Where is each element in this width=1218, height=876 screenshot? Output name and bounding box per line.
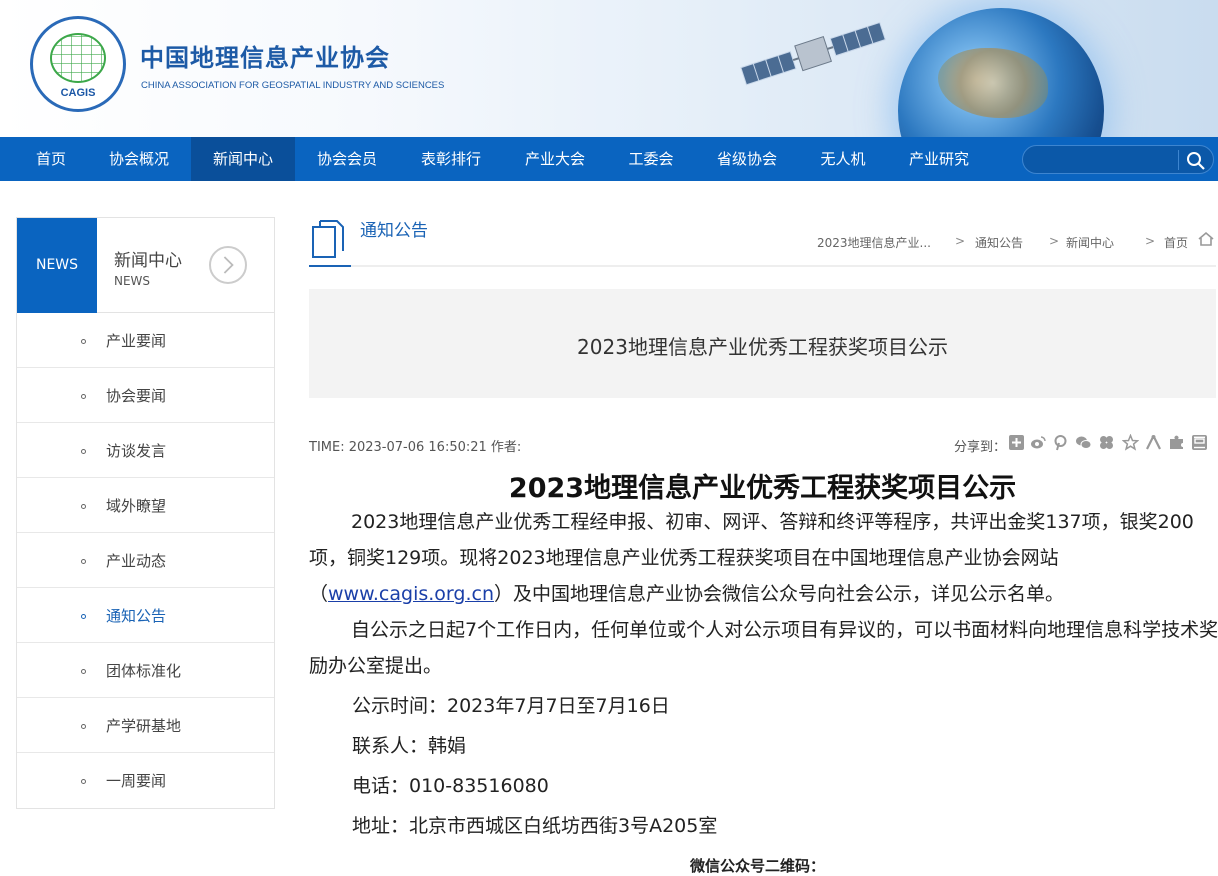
bullet-icon <box>81 614 86 619</box>
article-paragraph-2: 自公示之日起7个工作日内，任何单位或个人对公示项目有异议的，可以书面材料向地理信… <box>309 619 1218 677</box>
article-meta: TIME: 2023-07-06 16:50:21 作者: <box>309 440 522 455</box>
sidebar-item-label: 产业动态 <box>106 552 167 570</box>
sidebar-item-interviews[interactable]: 访谈发言 <box>17 423 274 478</box>
wechat-icon[interactable] <box>1075 434 1092 451</box>
nav-committees[interactable]: 工委会 <box>614 137 688 181</box>
sidebar-item-association-news[interactable]: 协会要闻 <box>17 368 274 423</box>
breadcrumb-article[interactable]: 2023地理信息产业... <box>817 234 931 251</box>
contact-person: 联系人：韩娟 <box>352 735 467 757</box>
sidebar-item-industry-trends[interactable]: 产业动态 <box>17 533 274 588</box>
site-title[interactable]: 中国地理信息产业协会 <box>140 38 390 73</box>
breadcrumb-notices[interactable]: 通知公告 <box>975 234 1023 251</box>
qr-code-label: 微信公众号二维码： <box>690 857 826 875</box>
breadcrumb-separator: > <box>1049 234 1060 248</box>
sidebar: NEWS 新闻中心 NEWS 产业要闻 协会要闻 访谈发言 域外瞭望 产业动态 … <box>16 217 275 809</box>
nav-members[interactable]: 协会会员 <box>302 137 392 181</box>
search-input[interactable] <box>1035 150 1180 170</box>
site-header: CAGIS 中国地理信息产业协会 CHINA ASSOCIATION FOR G… <box>0 0 1218 137</box>
bullet-icon <box>81 394 86 399</box>
search-icon[interactable] <box>1186 151 1206 171</box>
bullet-icon <box>81 559 86 564</box>
search-box <box>1022 145 1214 174</box>
breadcrumb-news[interactable]: 新闻中心 <box>1066 234 1114 251</box>
sidebar-item-notices[interactable]: 通知公告 <box>17 588 274 643</box>
sidebar-item-label: 一周要闻 <box>106 772 167 790</box>
bullet-icon <box>81 724 86 729</box>
sidebar-item-research-bases[interactable]: 产学研基地 <box>17 698 274 753</box>
chevron-right-icon[interactable] <box>209 246 247 284</box>
earth-image <box>898 8 1104 137</box>
sidebar-item-label: 域外瞭望 <box>106 497 167 515</box>
nav-drone[interactable]: 无人机 <box>806 137 880 181</box>
sidebar-item-overseas[interactable]: 域外瞭望 <box>17 478 274 533</box>
section-title: 通知公告 <box>360 221 428 241</box>
bullet-icon <box>81 669 86 674</box>
nav-provincial[interactable]: 省级协会 <box>702 137 792 181</box>
sidebar-item-industry-news[interactable]: 产业要闻 <box>17 313 274 368</box>
douban-icon[interactable] <box>1191 434 1208 451</box>
star-icon[interactable] <box>1122 434 1139 451</box>
home-icon[interactable] <box>1198 231 1214 247</box>
bullet-icon <box>81 449 86 454</box>
breadcrumb-separator: > <box>1145 234 1156 248</box>
banner-title: 2023地理信息产业优秀工程获奖项目公示 <box>577 335 948 359</box>
phone-number: 电话：010-83516080 <box>352 775 549 797</box>
nav-research[interactable]: 产业研究 <box>894 137 984 181</box>
bullet-icon <box>81 504 86 509</box>
article-title: 2023地理信息产业优秀工程获奖项目公示 <box>508 473 1017 504</box>
breadcrumb-separator: > <box>955 234 966 248</box>
sidebar-subtitle: NEWS <box>114 274 151 288</box>
article-banner: 2023地理信息产业优秀工程获奖项目公示 <box>309 289 1216 398</box>
sidebar-item-label: 协会要闻 <box>106 387 167 405</box>
bullet-icon <box>81 339 86 344</box>
sidebar-header: NEWS 新闻中心 NEWS <box>17 218 274 313</box>
nav-about[interactable]: 协会概况 <box>94 137 184 181</box>
nav-conference[interactable]: 产业大会 <box>510 137 600 181</box>
pinterest-icon[interactable] <box>1052 434 1069 451</box>
globe-icon <box>50 33 106 83</box>
breadcrumb-home[interactable]: 首页 <box>1164 234 1188 251</box>
weibo-icon[interactable] <box>1030 434 1047 451</box>
publicity-period: 公示时间：2023年7月7日至7月16日 <box>352 695 670 717</box>
people-icon[interactable] <box>1145 434 1162 451</box>
puzzle-icon[interactable] <box>1168 434 1185 451</box>
share-label: 分享到： <box>954 440 1007 455</box>
document-icon <box>312 220 344 258</box>
satellite-icon <box>740 21 886 86</box>
address: 地址：北京市西城区白纸坊西街3号A205室 <box>352 815 718 837</box>
sidebar-item-label: 团体标准化 <box>106 662 182 680</box>
website-link[interactable]: www.cagis.org.cn <box>328 583 494 605</box>
news-badge: NEWS <box>17 218 97 313</box>
nav-home[interactable]: 首页 <box>16 137 86 181</box>
nav-news[interactable]: 新闻中心 <box>191 137 295 181</box>
sidebar-item-label: 产业要闻 <box>106 332 167 350</box>
sidebar-item-weekly[interactable]: 一周要闻 <box>17 753 274 808</box>
sidebar-item-label: 产学研基地 <box>106 717 182 735</box>
nav-awards[interactable]: 表彰排行 <box>406 137 496 181</box>
cagis-logo[interactable]: CAGIS <box>30 16 126 112</box>
sidebar-item-label: 访谈发言 <box>106 442 167 460</box>
sidebar-title: 新闻中心 <box>114 251 182 271</box>
site-subtitle: CHINA ASSOCIATION FOR GEOSPATIAL INDUSTR… <box>141 80 445 91</box>
clover-icon[interactable] <box>1098 434 1115 451</box>
sidebar-item-standards[interactable]: 团体标准化 <box>17 643 274 698</box>
qzone-icon[interactable] <box>1008 434 1025 451</box>
logo-text: CAGIS <box>60 87 96 99</box>
bullet-icon <box>81 779 86 784</box>
sidebar-item-label: 通知公告 <box>106 607 167 625</box>
article-paragraph-1: 2023地理信息产业优秀工程经申报、初审、网评、答辩和终评等程序，共评出金奖13… <box>309 511 1194 605</box>
